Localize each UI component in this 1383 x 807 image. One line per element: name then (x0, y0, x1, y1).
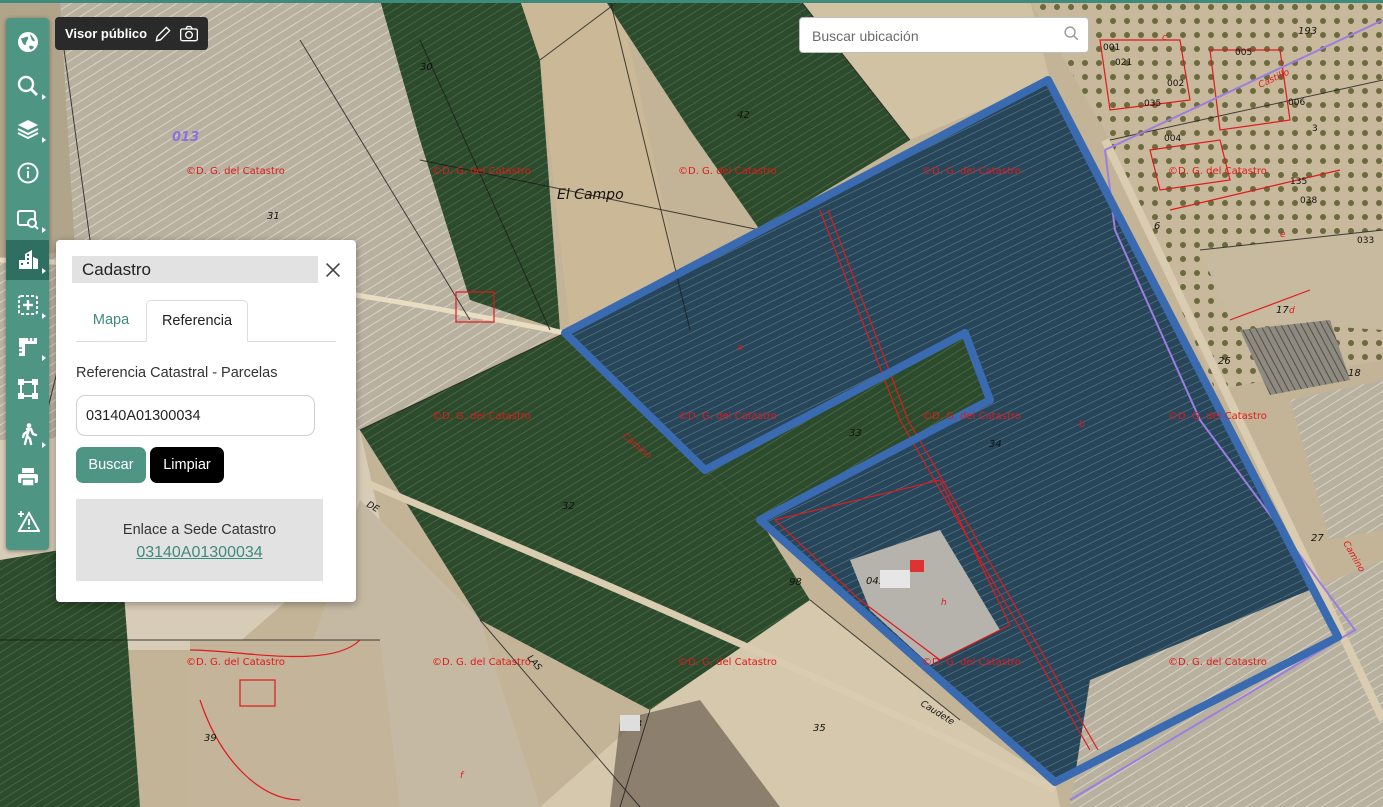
map-watermark: ©D. G. del Catastro (678, 166, 777, 177)
parcel-number: 26 (1218, 356, 1231, 367)
parcel-number: 42 (737, 110, 750, 121)
map-watermark: ©D. G. del Catastro (922, 657, 1021, 668)
cadastre-building-icon (18, 250, 38, 269)
search-icon[interactable] (1063, 25, 1080, 42)
building-code: 006 (1288, 98, 1305, 108)
info-tool[interactable] (6, 153, 49, 193)
measure-tool[interactable] (6, 327, 49, 367)
map-watermark: ©D. G. del Catastro (1168, 657, 1267, 668)
ruler-icon (18, 338, 37, 356)
panel-title: Cadastro (72, 256, 318, 283)
parcel-number: 27 (1311, 533, 1324, 544)
subparcel-letter: b (1079, 420, 1085, 430)
map-watermark: ©D. G. del Catastro (1168, 411, 1267, 422)
sede-catastro-caption: Enlace a Sede Catastro (122, 522, 277, 538)
close-icon[interactable] (322, 259, 344, 281)
parcel-number: 39 (204, 733, 217, 744)
tab-referencia[interactable]: Referencia (146, 300, 248, 342)
camera-icon[interactable] (179, 24, 199, 44)
left-toolbar (6, 18, 49, 550)
parcel-number: 35 (813, 723, 826, 734)
building-code: 004 (1164, 134, 1181, 144)
globe-tool[interactable] (6, 22, 49, 62)
print-tool[interactable] (6, 457, 49, 497)
parcel-number: 193 (1298, 26, 1317, 37)
add-layer-icon (17, 295, 38, 315)
info-icon (17, 162, 38, 184)
parcel-number: 30 (420, 62, 433, 73)
parcel-number: 31 (267, 211, 280, 222)
pencil-icon[interactable] (153, 24, 173, 44)
map-watermark: ©D. G. del Catastro (432, 657, 531, 668)
building-code: 021 (1115, 58, 1132, 68)
parcel-number: 6 (1154, 221, 1160, 232)
referencia-label: Referencia Catastral - Parcelas (76, 365, 278, 381)
warning-add-icon (16, 510, 40, 532)
report-incident-tool[interactable] (6, 501, 49, 541)
building-code: 3 (1312, 124, 1318, 134)
buscar-button[interactable]: Buscar (76, 447, 146, 483)
route-tool[interactable] (6, 414, 49, 454)
bounding-box-icon (17, 379, 38, 399)
map-watermark: ©D. G. del Catastro (678, 657, 777, 668)
building-code: 135 (1290, 177, 1307, 187)
referencia-input[interactable] (76, 395, 315, 436)
zoom-area-icon (16, 210, 39, 230)
visor-publico-badge: Visor público (55, 17, 208, 50)
location-search (799, 17, 1089, 54)
limpiar-button[interactable]: Limpiar (150, 447, 224, 483)
building-code: 033 (1357, 236, 1374, 246)
parcel-number: 17 (1276, 305, 1289, 316)
map-watermark: ©D. G. del Catastro (922, 166, 1021, 177)
layers-tool[interactable] (6, 109, 49, 149)
sede-catastro-link[interactable]: 03140A01300034 (76, 544, 323, 562)
search-tool[interactable] (6, 66, 49, 106)
cadastre-tool[interactable] (6, 240, 49, 280)
map-watermark: ©D. G. del Catastro (186, 657, 285, 668)
layers-icon (17, 120, 38, 140)
map-watermark: ©D. G. del Catastro (432, 411, 531, 422)
building-code: 005 (1235, 48, 1252, 58)
top-accent-line (0, 0, 1383, 3)
map-watermark: ©D. G. del Catastro (432, 166, 531, 177)
tab-mapa[interactable]: Mapa (78, 300, 144, 341)
add-layer-tool[interactable] (6, 285, 49, 325)
subparcel-letter: c (1162, 33, 1167, 43)
parcel-number: 32 (562, 501, 575, 512)
map-place-name: El Campo (557, 187, 624, 203)
map-watermark: ©D. G. del Catastro (1168, 166, 1267, 177)
parcel-number: 34 (989, 439, 1002, 450)
printer-icon (17, 468, 38, 487)
sede-catastro-box: Enlace a Sede Catastro 03140A01300034 (76, 499, 323, 581)
building-code: 035 (1144, 99, 1161, 109)
map-watermark: ©D. G. del Catastro (678, 411, 777, 422)
subparcel-letter: e (1280, 230, 1286, 240)
walking-person-icon (21, 423, 37, 446)
subparcel-letter: h (941, 598, 947, 608)
building-code: 001 (1103, 43, 1120, 53)
bounding-box-tool[interactable] (6, 369, 49, 409)
panel-tabs: Mapa Referencia (76, 300, 336, 342)
map-sector-label: 013 (172, 130, 199, 145)
zoom-area-tool[interactable] (6, 199, 49, 239)
location-search-input[interactable] (800, 18, 1072, 54)
search-icon (17, 75, 38, 96)
subparcel-letter: d (1289, 306, 1295, 316)
cadastro-panel: Cadastro Mapa Referencia Referencia Cata… (56, 240, 356, 602)
building-code: 002 (1167, 79, 1184, 89)
visor-label: Visor público (65, 26, 148, 41)
parcel-number: 98 (789, 577, 802, 588)
parcel-number: 33 (849, 428, 862, 439)
building-code: 038 (1300, 196, 1317, 206)
parcel-number: 18 (1348, 368, 1361, 379)
map-watermark: ©D. G. del Catastro (922, 411, 1021, 422)
map-watermark: ©D. G. del Catastro (186, 166, 285, 177)
subparcel-letter: a (737, 343, 743, 353)
globe-icon (17, 32, 38, 52)
